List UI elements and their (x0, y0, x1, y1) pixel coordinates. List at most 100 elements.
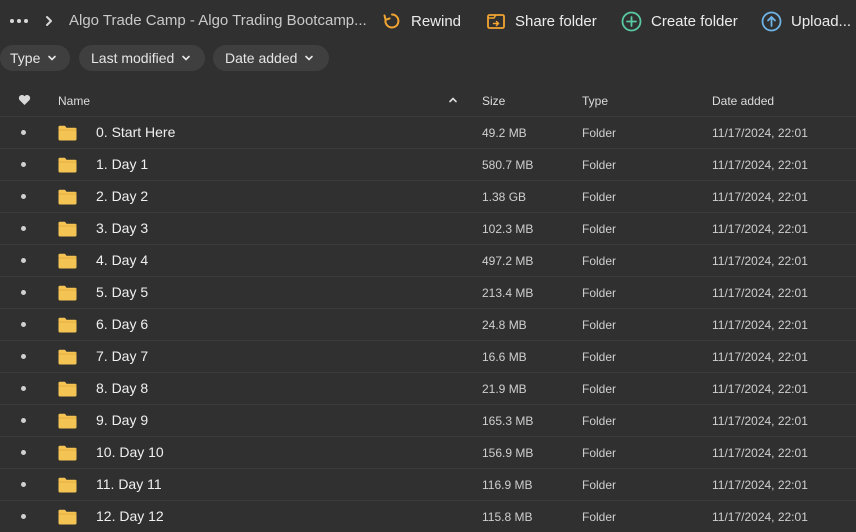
folder-type: Folder (582, 318, 617, 332)
favorite-dot-icon[interactable] (21, 322, 26, 327)
share-folder-icon (487, 14, 505, 29)
favorite-dot-icon[interactable] (21, 290, 26, 295)
favorite-dot-icon[interactable] (21, 386, 26, 391)
folder-date-added: 11/17/2024, 22:01 (712, 190, 808, 204)
folder-size: 24.8 MB (482, 318, 527, 332)
folder-name[interactable]: 6. Day 6 (96, 316, 148, 332)
rewind-icon (383, 13, 400, 29)
last-modified-filter[interactable]: Last modified (79, 45, 205, 71)
create-folder-label: Create folder (651, 12, 738, 30)
folder-icon (58, 381, 77, 397)
folder-name[interactable]: 12. Day 12 (96, 508, 164, 524)
folder-icon (58, 253, 77, 269)
table-row[interactable]: 8. Day 8 21.9 MB Folder 11/17/2024, 22:01 (0, 372, 856, 404)
favorite-dot-icon[interactable] (21, 130, 26, 135)
folder-date-added: 11/17/2024, 22:01 (712, 254, 808, 268)
folder-type: Folder (582, 222, 617, 236)
folder-icon (58, 125, 77, 141)
toolbar: Algo Trade Camp - Algo Trading Bootcamp.… (0, 0, 856, 42)
folder-size: 116.9 MB (482, 478, 533, 492)
favorite-dot-icon[interactable] (21, 162, 26, 167)
upload-label: Upload... (791, 12, 852, 30)
sort-ascending-icon[interactable] (448, 96, 458, 104)
folder-icon (58, 157, 77, 173)
folder-size: 1.38 GB (482, 190, 527, 204)
folder-icon (58, 349, 77, 365)
favorite-dot-icon[interactable] (21, 514, 26, 519)
table-row[interactable]: 7. Day 7 16.6 MB Folder 11/17/2024, 22:01 (0, 340, 856, 372)
table-row[interactable]: 3. Day 3 102.3 MB Folder 11/17/2024, 22:01 (0, 212, 856, 244)
folder-size: 580.7 MB (482, 158, 534, 172)
share-folder-button[interactable]: Share folder (486, 9, 597, 33)
date-added-filter[interactable]: Date added (213, 45, 329, 71)
folder-size: 497.2 MB (482, 254, 534, 268)
folder-date-added: 11/17/2024, 22:01 (712, 478, 808, 492)
folder-date-added: 11/17/2024, 22:01 (712, 222, 808, 236)
favorite-dot-icon[interactable] (21, 194, 26, 199)
folder-icon (58, 509, 77, 525)
folder-icon (58, 413, 77, 429)
chevron-down-icon (305, 55, 314, 61)
favorite-dot-icon[interactable] (21, 354, 26, 359)
more-options-icon[interactable] (10, 13, 32, 29)
table-row[interactable]: 2. Day 2 1.38 GB Folder 11/17/2024, 22:01 (0, 180, 856, 212)
heart-icon[interactable] (18, 94, 31, 106)
folder-name[interactable]: 5. Day 5 (96, 284, 148, 300)
table-row[interactable]: 1. Day 1 580.7 MB Folder 11/17/2024, 22:01 (0, 148, 856, 180)
folder-type: Folder (582, 510, 617, 524)
folder-date-added: 11/17/2024, 22:01 (712, 318, 808, 332)
folder-name[interactable]: 3. Day 3 (96, 220, 148, 236)
plus-circle-icon (621, 11, 642, 31)
folder-size: 115.8 MB (482, 510, 533, 524)
upload-button[interactable]: Upload... (761, 9, 851, 33)
folder-size: 102.3 MB (482, 222, 534, 236)
folder-icon (58, 221, 77, 237)
table-row[interactable]: 10. Day 10 156.9 MB Folder 11/17/2024, 22:0… (0, 436, 856, 468)
folder-date-added: 11/17/2024, 22:01 (712, 350, 808, 364)
favorite-dot-icon[interactable] (21, 482, 26, 487)
column-size[interactable]: Size (482, 94, 505, 108)
folder-name[interactable]: 1. Day 1 (96, 156, 148, 172)
share-folder-label: Share folder (515, 12, 597, 30)
favorite-dot-icon[interactable] (21, 450, 26, 455)
folder-date-added: 11/17/2024, 22:01 (712, 510, 808, 524)
upload-icon (761, 11, 782, 31)
column-date-added[interactable]: Date added (712, 94, 774, 108)
type-filter[interactable]: Type (0, 45, 70, 71)
column-type[interactable]: Type (582, 94, 608, 108)
favorite-dot-icon[interactable] (21, 418, 26, 423)
table-row[interactable]: 0. Start Here 49.2 MB Folder 11/17/2024, 22… (0, 116, 856, 148)
folder-type: Folder (582, 126, 617, 140)
table-row[interactable]: 9. Day 9 165.3 MB Folder 11/17/2024, 22:01 (0, 404, 856, 436)
create-folder-button[interactable]: Create folder (621, 9, 738, 33)
folder-type: Folder (582, 446, 617, 460)
table-row[interactable]: 5. Day 5 213.4 MB Folder 11/17/2024, 22:01 (0, 276, 856, 308)
date-added-filter-label: Date added (225, 50, 298, 66)
table-row[interactable]: 6. Day 6 24.8 MB Folder 11/17/2024, 22:01 (0, 308, 856, 340)
folder-name[interactable]: 11. Day 11 (96, 476, 162, 492)
rewind-button[interactable]: Rewind (382, 9, 461, 33)
folder-name[interactable]: 7. Day 7 (96, 348, 148, 364)
folder-size: 165.3 MB (482, 414, 534, 428)
table-row[interactable]: 12. Day 12 115.8 MB Folder 11/17/2024, 22:0… (0, 500, 856, 532)
folder-name[interactable]: 9. Day 9 (96, 412, 148, 428)
file-list: 0. Start Here 49.2 MB Folder 11/17/2024, 22… (0, 116, 856, 532)
folder-icon (58, 285, 77, 301)
folder-name[interactable]: 0. Start Here (96, 124, 175, 140)
table-row[interactable]: 11. Day 11 116.9 MB Folder 11/17/2024, 22:0… (0, 468, 856, 500)
folder-name[interactable]: 2. Day 2 (96, 188, 148, 204)
folder-name[interactable]: 10. Day 10 (96, 444, 164, 460)
favorite-dot-icon[interactable] (21, 226, 26, 231)
table-row[interactable]: 4. Day 4 497.2 MB Folder 11/17/2024, 22:01 (0, 244, 856, 276)
column-name[interactable]: Name (58, 94, 90, 108)
folder-size: 49.2 MB (482, 126, 527, 140)
folder-type: Folder (582, 414, 617, 428)
breadcrumb-current[interactable]: Algo Trade Camp - Algo Trading Bootcamp.… (69, 12, 367, 29)
folder-date-added: 11/17/2024, 22:01 (712, 382, 808, 396)
folder-name[interactable]: 4. Day 4 (96, 252, 148, 268)
folder-size: 156.9 MB (482, 446, 534, 460)
folder-type: Folder (582, 382, 617, 396)
folder-date-added: 11/17/2024, 22:01 (712, 126, 808, 140)
folder-name[interactable]: 8. Day 8 (96, 380, 148, 396)
favorite-dot-icon[interactable] (21, 258, 26, 263)
